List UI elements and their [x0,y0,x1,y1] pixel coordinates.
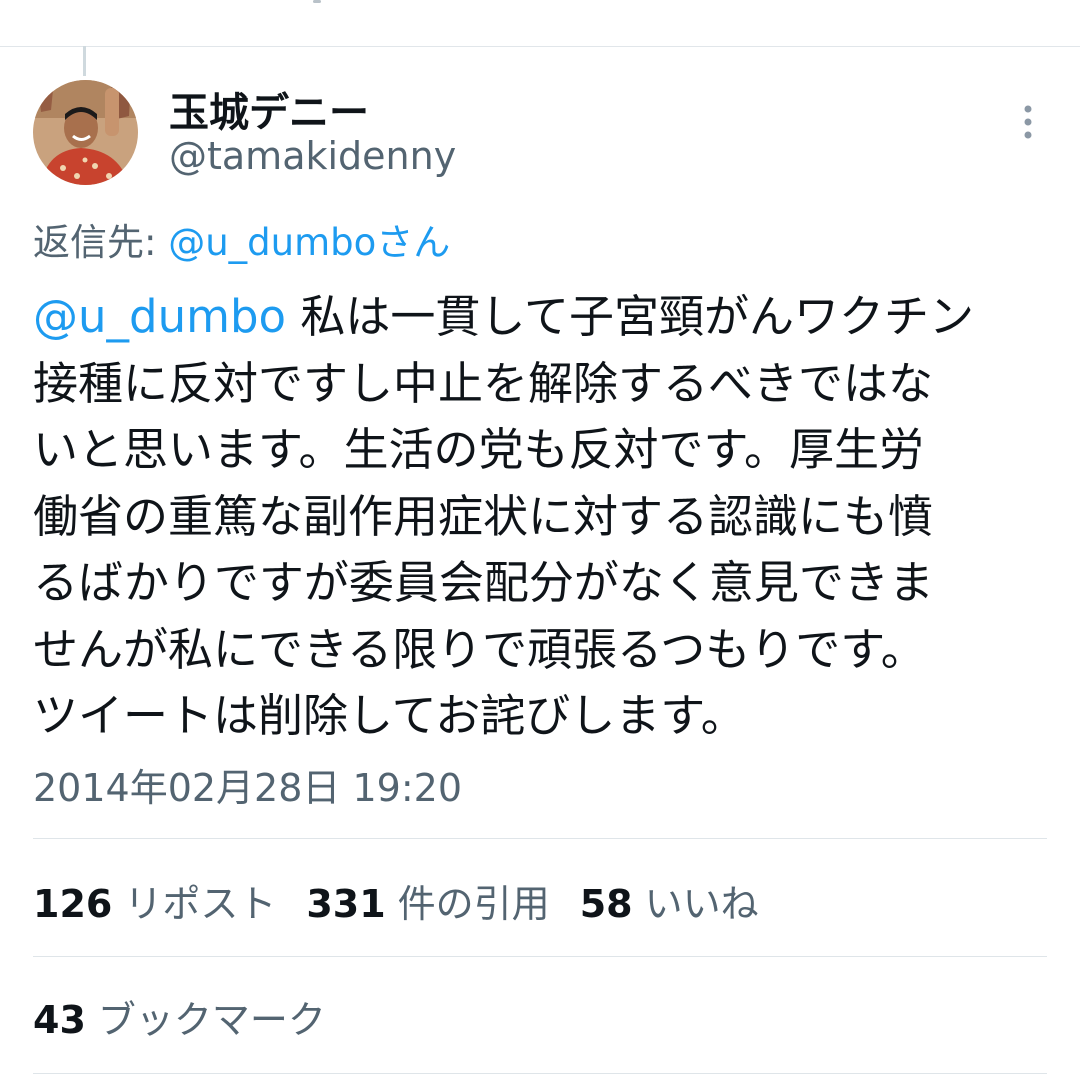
tweet-text-line: いと思います。生活の党も反対です。厚生労 [33,423,925,476]
avatar[interactable] [33,80,138,185]
bookmarks-label: ブックマーク [97,997,326,1042]
divider [33,838,1047,839]
tweet-text-line: せんが私にできる限りで頑張るつもりです。 [33,622,926,676]
reposts-label: リポスト [124,881,277,926]
tweet-text-line: @u_dumbo 私は一貫して子宮頸がんワクチン [33,284,1043,351]
likes-stat[interactable]: 58 いいね [580,873,759,928]
reposts-count: 126 [33,881,113,926]
divider [33,956,1047,957]
top-cut-mark [313,0,321,3]
reply-context: 返信先: @u_dumboさん [33,212,450,266]
bookmarks-count: 43 [33,997,86,1042]
thread-connector-line [83,46,86,76]
tweet-text-first-line: 私は一貫して子宮頸がんワクチン [286,290,975,343]
tweet-mention-link[interactable]: @u_dumbo [33,290,286,343]
likes-count: 58 [579,881,633,926]
tweet-text: @u_dumbo 私は一貫して子宮頸がんワクチン 接種に反対ですし中止を解除する… [33,284,1043,750]
divider [33,1073,1047,1074]
tweet-text-line: 接種に反対ですし中止を解除するべきではな [33,356,934,410]
reposts-stat[interactable]: 126 リポスト [33,873,276,928]
profile-photo [33,80,138,185]
tweet-text-line: るばかりですが委員会配分がなく意見できま [33,556,934,609]
tweet-text-line: ツイートは削除してお詫びします。 [33,689,746,742]
user-handle[interactable]: @tamakidenny [169,134,456,178]
engagement-stats: 126 リポスト 331 件の引用 58 いいね [33,872,789,928]
more-vertical-icon [1024,105,1032,139]
tweet-text-line: 働省の重篤な副作用症状に対する認識にも憤 [33,489,934,543]
tweet-timestamp[interactable]: 2014年02月28日 19:20 [33,757,462,812]
likes-label: いいね [644,881,759,926]
top-divider [0,46,1080,47]
bookmarks-stat[interactable]: 43 ブックマーク [33,988,356,1044]
display-name[interactable]: 玉城デニー [169,80,369,138]
more-options-button[interactable] [1006,100,1050,144]
quotes-label: 件の引用 [397,881,550,926]
bookmarks-stat-inner: 43 ブックマーク [33,989,326,1044]
reply-prefix: 返信先: [33,221,169,264]
reply-mention-suffix[interactable]: さん [376,221,450,264]
quotes-count: 331 [306,881,386,926]
quotes-stat[interactable]: 331 件の引用 [306,873,549,928]
reply-mention-link[interactable]: @u_dumbo [168,221,376,264]
